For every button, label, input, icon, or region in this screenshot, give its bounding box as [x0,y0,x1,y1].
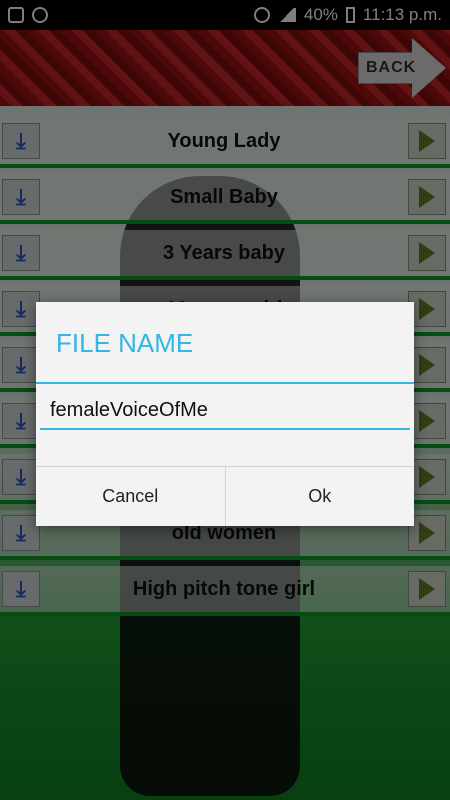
cancel-button[interactable]: Cancel [36,467,225,526]
ok-button[interactable]: Ok [224,467,415,526]
dialog-buttons: Cancel Ok [36,466,414,526]
dialog-divider [36,382,414,384]
file-name-dialog: FILE NAME Cancel Ok [36,302,414,526]
dialog-title: FILE NAME [56,328,194,358]
file-name-input[interactable] [40,392,410,430]
